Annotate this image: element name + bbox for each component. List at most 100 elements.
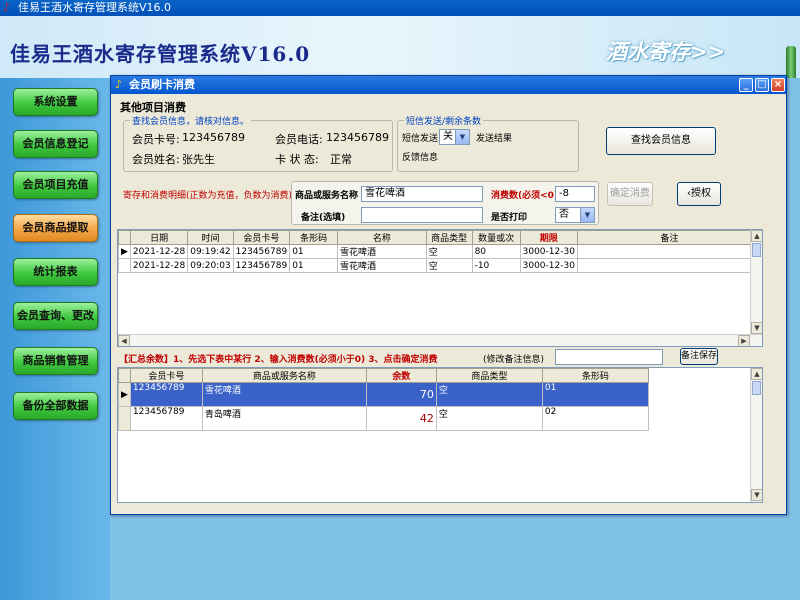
phone-label: 会员电话:: [275, 133, 323, 146]
scroll-right-icon[interactable]: ▶: [738, 335, 750, 346]
summary-grid[interactable]: 会员卡号 商品或服务名称 余数 商品类型 条形码 ▶ 123456789 雪花啤…: [117, 367, 763, 503]
nav-system-settings-button[interactable]: 系统设置: [13, 88, 98, 116]
table-row[interactable]: ▶ 2021-12-28 09:19:42 123456789 01 雪花啤酒 …: [118, 244, 762, 259]
close-icon[interactable]: ×: [771, 78, 785, 92]
detail-grid[interactable]: 日期 时间 会员卡号 条形码 名称 商品类型 数量或次 期限 备注 ▶ 2021…: [117, 229, 763, 347]
name-value: 张先生: [182, 153, 215, 166]
app-title: 佳易王酒水寄存管理系统V16.0: [10, 42, 311, 66]
col-date[interactable]: 日期: [129, 230, 189, 245]
qty-label: 消费数(必须<0): [491, 191, 559, 201]
row-indicator-blank: [118, 406, 131, 431]
scroll-thumb[interactable]: [752, 243, 761, 257]
cell-barcode: 01: [289, 258, 339, 273]
card-label: 会员卡号:: [132, 133, 180, 146]
scroll-up-icon[interactable]: ▲: [751, 368, 762, 380]
col-time[interactable]: 时间: [187, 230, 234, 245]
remark-edit-input[interactable]: [555, 349, 663, 365]
remark-input[interactable]: [361, 207, 483, 223]
cell-type: 空: [425, 258, 473, 273]
app-banner: 佳易王酒水寄存管理系统V16.0 酒水寄存>>: [0, 16, 800, 78]
cell-type: 空: [425, 244, 473, 259]
col-barcode[interactable]: 条形码: [289, 230, 339, 245]
col-type[interactable]: 商品类型: [425, 230, 473, 245]
col-balance[interactable]: 余数: [365, 368, 437, 383]
cell-item: 青岛啤酒: [201, 406, 367, 431]
nav-member-withdraw-button[interactable]: 会员商品提取: [13, 214, 98, 242]
col-card[interactable]: 会员卡号: [232, 230, 291, 245]
qty-input[interactable]: -8: [555, 186, 595, 202]
scroll-down-icon[interactable]: ▼: [751, 322, 762, 334]
cell-name: 雪花啤酒: [337, 244, 427, 259]
scroll-left-icon[interactable]: ◀: [118, 335, 130, 346]
save-remark-button[interactable]: 备注保存: [680, 348, 718, 365]
status-value: 正常: [330, 153, 352, 166]
col-barcode[interactable]: 条形码: [541, 368, 649, 383]
auth-button[interactable]: ‹授权: [677, 182, 721, 206]
chevron-down-icon: ▼: [455, 130, 469, 144]
item-input[interactable]: 雪花啤酒: [361, 186, 483, 202]
find-member-button[interactable]: 查找会员信息: [606, 127, 716, 155]
scroll-down-icon[interactable]: ▼: [751, 489, 762, 501]
card-value: 123456789: [182, 131, 245, 144]
confirm-consume-button[interactable]: 确定消费: [607, 182, 653, 206]
cell-item: 雪花啤酒: [201, 382, 367, 407]
phone-value: 123456789: [326, 131, 389, 144]
scroll-thumb[interactable]: [752, 381, 761, 395]
nav-member-query-button[interactable]: 会员查询、更改: [13, 302, 98, 330]
detail-header-row: 日期 时间 会员卡号 条形码 名称 商品类型 数量或次 期限 备注: [118, 230, 762, 245]
member-group-legend: 查找会员信息，请核对信息。: [130, 114, 252, 127]
cell-barcode: 02: [541, 406, 649, 431]
print-value: 否: [559, 209, 569, 220]
col-type[interactable]: 商品类型: [435, 368, 543, 383]
table-row-selected[interactable]: ▶ 123456789 雪花啤酒 70 空 01: [118, 382, 649, 407]
nav-sales-button[interactable]: 商品销售管理: [13, 347, 98, 375]
col-qty[interactable]: 数量或次: [471, 230, 521, 245]
nav-backup-button[interactable]: 备份全部数据: [13, 392, 98, 420]
cell-date: 2021-12-28: [129, 244, 189, 259]
cell-card: 123456789: [232, 244, 291, 259]
cell-time: 09:20:03: [187, 258, 234, 273]
app-titlebar: ♪ 佳易王酒水寄存管理系统V16.0: [0, 0, 800, 16]
cell-remark: [576, 258, 762, 273]
cell-time: 09:19:42: [187, 244, 234, 259]
cell-card: 123456789: [129, 382, 203, 407]
detail-horizontal-scrollbar[interactable]: ◀ ▶: [118, 334, 762, 346]
minimize-icon[interactable]: _: [739, 78, 753, 92]
cell-date: 2021-12-28: [129, 258, 189, 273]
maximize-icon[interactable]: □: [755, 78, 769, 92]
col-item[interactable]: 商品或服务名称: [201, 368, 367, 383]
sms-send-value: 关: [443, 131, 453, 142]
summary-table: 会员卡号 商品或服务名称 余数 商品类型 条形码 ▶ 123456789 雪花啤…: [118, 368, 649, 431]
cell-qty: -10: [471, 258, 521, 273]
sms-group-legend: 短信发送/剩余条数: [404, 114, 484, 127]
member-info-group: 查找会员信息，请核对信息。 会员卡号: 123456789 会员电话: 1234…: [123, 114, 393, 172]
col-remark[interactable]: 备注: [576, 230, 762, 245]
nav-reports-button[interactable]: 统计报表: [13, 258, 98, 286]
summary-vertical-scrollbar[interactable]: ▲ ▼: [750, 368, 762, 502]
row-indicator-icon: ▶: [118, 382, 131, 407]
nav-member-recharge-button[interactable]: 会员项目充值: [13, 171, 98, 199]
item-label: 商品或服务名称: [295, 191, 359, 201]
chevron-down-icon: ▼: [580, 208, 594, 222]
table-row[interactable]: 123456789 青岛啤酒 42 空 02: [118, 406, 649, 431]
banner-slogan: 酒水寄存>>: [606, 39, 726, 64]
print-label: 是否打印: [491, 213, 528, 223]
sms-group: 短信发送/剩余条数 短信发送 关 ▼ 发送结果 反馈信息: [397, 114, 579, 172]
nav-member-register-button[interactable]: 会员信息登记: [13, 130, 98, 158]
row-indicator-icon: ▶: [118, 244, 131, 259]
section-title: 其他项目消费: [120, 101, 186, 114]
cell-barcode: 01: [541, 382, 649, 407]
col-card[interactable]: 会员卡号: [129, 368, 203, 383]
row-indicator-blank: [118, 258, 131, 273]
cell-remark: [576, 244, 762, 259]
dialog-title: 会员刷卡消费: [129, 78, 195, 91]
print-select[interactable]: 否 ▼: [555, 207, 595, 223]
remark-label: 备注(选填): [301, 213, 346, 223]
col-expiry[interactable]: 期限: [519, 230, 578, 245]
scroll-up-icon[interactable]: ▲: [751, 230, 762, 242]
col-name[interactable]: 名称: [337, 230, 427, 245]
cell-expiry: 3000-12-30: [519, 258, 578, 273]
detail-vertical-scrollbar[interactable]: ▲ ▼: [750, 230, 762, 334]
sms-send-select[interactable]: 关 ▼: [439, 129, 470, 145]
table-row[interactable]: 2021-12-28 09:20:03 123456789 01 雪花啤酒 空 …: [118, 258, 762, 273]
